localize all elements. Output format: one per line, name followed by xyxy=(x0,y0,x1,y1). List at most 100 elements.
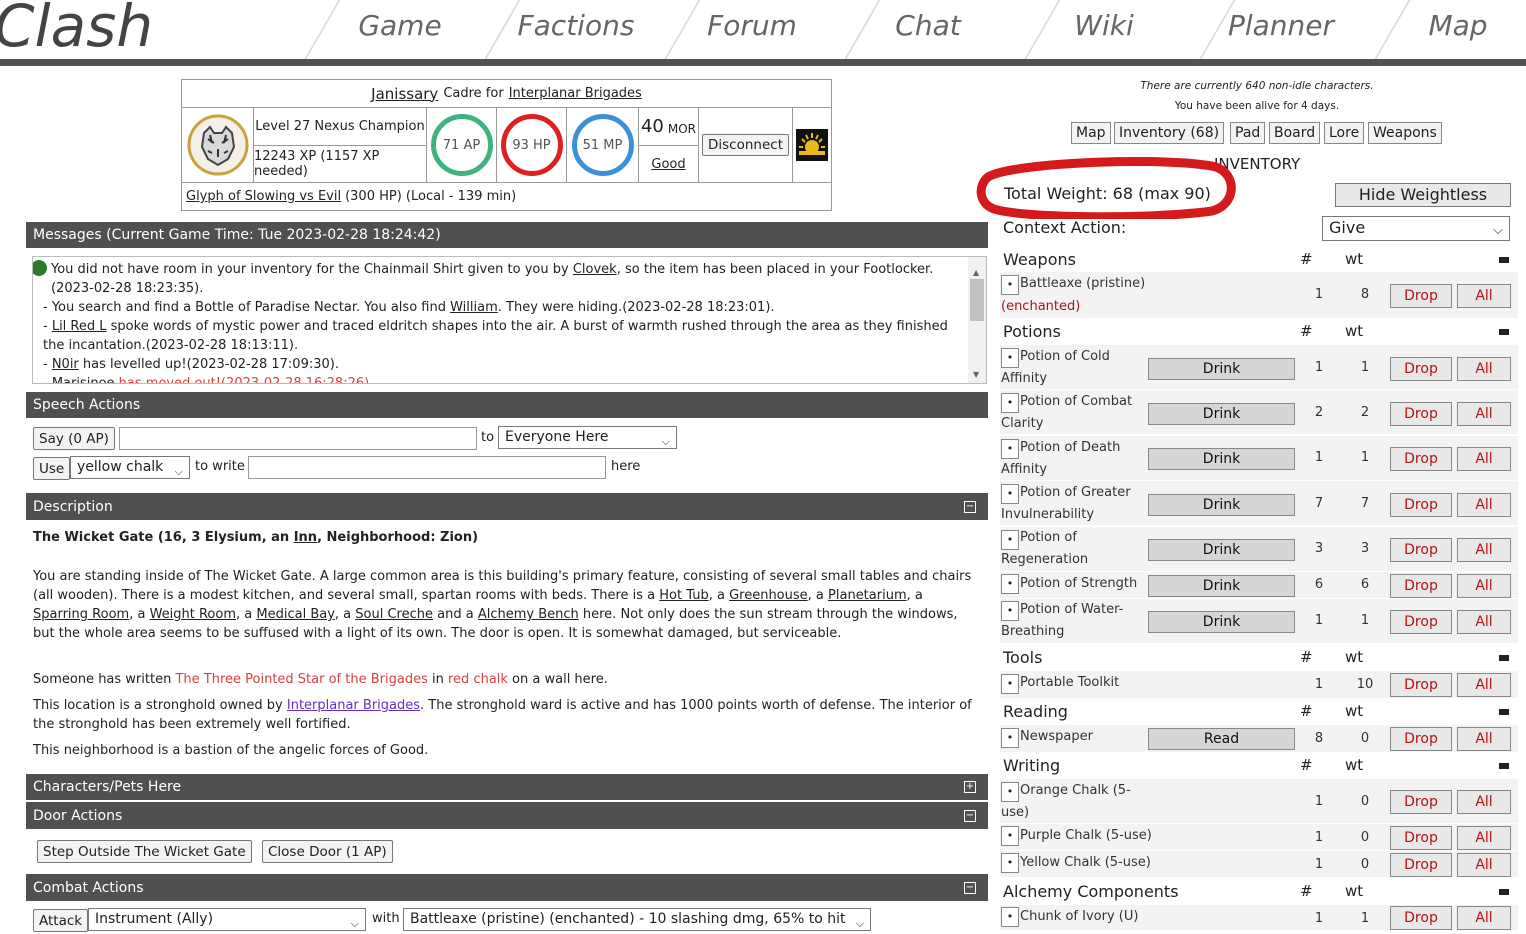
scroll-thumb[interactable] xyxy=(970,279,984,321)
attack-button[interactable]: Attack xyxy=(33,909,89,932)
drop-all-button[interactable]: All xyxy=(1457,284,1511,308)
greenhouse-link[interactable]: Greenhouse xyxy=(729,588,808,603)
messages-log[interactable]: You did not have room in your inventory … xyxy=(32,256,987,384)
item-menu-icon[interactable]: • xyxy=(1001,853,1019,873)
drop-all-button[interactable]: All xyxy=(1457,447,1511,471)
drop-all-button[interactable]: All xyxy=(1457,853,1511,877)
drop-button[interactable]: Drop xyxy=(1390,610,1452,634)
drop-all-button[interactable]: All xyxy=(1457,790,1511,814)
attack-target-select[interactable]: Instrument (Ally) ⌵ xyxy=(88,908,366,931)
faction-link[interactable]: Interplanar Brigades xyxy=(509,86,642,101)
say-target-select[interactable]: Everyone Here ⌵ xyxy=(498,426,677,449)
hide-weightless-button[interactable]: Hide Weightless xyxy=(1335,183,1511,207)
drink-button[interactable]: Drink xyxy=(1148,494,1295,516)
message-link-lil-red-l[interactable]: Lil Red L xyxy=(52,319,107,334)
item-menu-icon[interactable]: • xyxy=(1001,393,1019,413)
message-link-clovek[interactable]: Clovek xyxy=(573,262,617,277)
drop-all-button[interactable]: All xyxy=(1457,402,1511,426)
item-menu-icon[interactable]: • xyxy=(1001,674,1019,694)
nav-map[interactable]: Map xyxy=(1383,6,1526,46)
stronghold-faction-link[interactable]: Interplanar Brigades xyxy=(287,698,420,713)
nav-game[interactable]: Game xyxy=(325,6,475,46)
nav-planner[interactable]: Planner xyxy=(1206,6,1356,46)
scroll-down-icon[interactable]: ▼ xyxy=(973,365,979,383)
hot-tub-link[interactable]: Hot Tub xyxy=(659,588,708,603)
drop-button[interactable]: Drop xyxy=(1390,402,1452,426)
drop-button[interactable]: Drop xyxy=(1390,826,1452,850)
weight-room-link[interactable]: Weight Room xyxy=(150,607,236,622)
drop-button[interactable]: Drop xyxy=(1390,727,1452,751)
read-button[interactable]: Read xyxy=(1148,728,1295,750)
disconnect-button[interactable]: Disconnect xyxy=(702,134,789,156)
say-input[interactable] xyxy=(119,427,477,450)
alchemy-bench-link[interactable]: Alchemy Bench xyxy=(478,607,579,622)
tab-pad[interactable]: Pad xyxy=(1230,122,1266,144)
item-menu-icon[interactable]: • xyxy=(1001,574,1019,594)
alignment-link[interactable]: Good xyxy=(651,157,685,172)
collapse-icon[interactable] xyxy=(1499,655,1509,661)
step-outside-button[interactable]: Step Outside The Wicket Gate xyxy=(37,840,252,863)
nav-wiki[interactable]: Wiki xyxy=(1029,6,1179,46)
drop-all-button[interactable]: All xyxy=(1457,493,1511,517)
drink-button[interactable]: Drink xyxy=(1148,448,1295,470)
item-menu-icon[interactable]: • xyxy=(1001,275,1019,295)
item-menu-icon[interactable]: • xyxy=(1001,728,1019,748)
drink-button[interactable]: Drink xyxy=(1148,539,1295,561)
nav-factions[interactable]: Factions xyxy=(501,6,651,46)
drop-all-button[interactable]: All xyxy=(1457,574,1511,598)
item-menu-icon[interactable]: • xyxy=(1001,439,1019,459)
drink-button[interactable]: Drink xyxy=(1148,403,1295,425)
collapse-icon[interactable]: − xyxy=(964,809,976,822)
weapon-select[interactable]: Battleaxe (pristine) (enchanted) - 10 sl… xyxy=(403,908,871,931)
say-button[interactable]: Say (0 AP) xyxy=(33,427,115,450)
item-menu-icon[interactable]: • xyxy=(1001,530,1019,550)
drop-button[interactable]: Drop xyxy=(1390,357,1452,381)
drop-button[interactable]: Drop xyxy=(1390,493,1452,517)
drop-button[interactable]: Drop xyxy=(1390,284,1452,308)
tab-board[interactable]: Board xyxy=(1269,122,1321,144)
tab-lore[interactable]: Lore xyxy=(1324,122,1365,144)
tab-inventory[interactable]: Inventory (68) xyxy=(1114,122,1225,144)
message-link-n0ir[interactable]: N0ir xyxy=(52,357,79,372)
item-menu-icon[interactable]: • xyxy=(1001,348,1019,368)
sparring-room-link[interactable]: Sparring Room xyxy=(33,607,129,622)
use-button[interactable]: Use xyxy=(33,457,71,480)
drop-all-button[interactable]: All xyxy=(1457,610,1511,634)
drop-all-button[interactable]: All xyxy=(1457,727,1511,751)
drop-button[interactable]: Drop xyxy=(1390,673,1452,697)
collapse-icon[interactable]: − xyxy=(964,500,976,513)
collapse-icon[interactable] xyxy=(1499,709,1509,715)
glyph-link[interactable]: Glyph of Slowing vs Evil xyxy=(186,189,341,204)
item-menu-icon[interactable]: • xyxy=(1001,782,1019,802)
collapse-icon[interactable]: − xyxy=(964,881,976,894)
close-door-button[interactable]: Close Door (1 AP) xyxy=(262,840,393,863)
inn-link[interactable]: Inn xyxy=(294,530,317,545)
drop-button[interactable]: Drop xyxy=(1390,538,1452,562)
message-link-william[interactable]: William xyxy=(450,300,498,315)
write-input[interactable] xyxy=(248,456,606,479)
character-name[interactable]: Janissary xyxy=(371,85,438,103)
nav-forum[interactable]: Forum xyxy=(677,6,827,46)
drop-button[interactable]: Drop xyxy=(1390,574,1452,598)
chalk-select[interactable]: yellow chalk ⌵ xyxy=(70,456,190,479)
drop-all-button[interactable]: All xyxy=(1457,673,1511,697)
collapse-icon[interactable] xyxy=(1499,763,1509,769)
expand-icon[interactable]: + xyxy=(964,781,976,793)
site-logo[interactable]: Clash xyxy=(0,0,153,60)
tab-weapons[interactable]: Weapons xyxy=(1368,122,1442,144)
collapse-icon[interactable] xyxy=(1499,257,1509,263)
planetarium-link[interactable]: Planetarium xyxy=(828,588,907,603)
drink-button[interactable]: Drink xyxy=(1148,575,1295,597)
drop-all-button[interactable]: All xyxy=(1457,906,1511,930)
drop-button[interactable]: Drop xyxy=(1390,906,1452,930)
item-menu-icon[interactable]: • xyxy=(1001,826,1019,846)
context-action-select[interactable]: Give ⌵ xyxy=(1322,216,1510,241)
drink-button[interactable]: Drink xyxy=(1148,611,1295,633)
drop-all-button[interactable]: All xyxy=(1457,357,1511,381)
item-menu-icon[interactable]: • xyxy=(1001,484,1019,504)
messages-scrollbar[interactable]: ▲ ▼ xyxy=(968,257,986,383)
collapse-icon[interactable] xyxy=(1499,329,1509,335)
item-menu-icon[interactable]: • xyxy=(1001,601,1019,621)
collapse-icon[interactable] xyxy=(1499,889,1509,895)
item-menu-icon[interactable]: • xyxy=(1001,907,1019,927)
